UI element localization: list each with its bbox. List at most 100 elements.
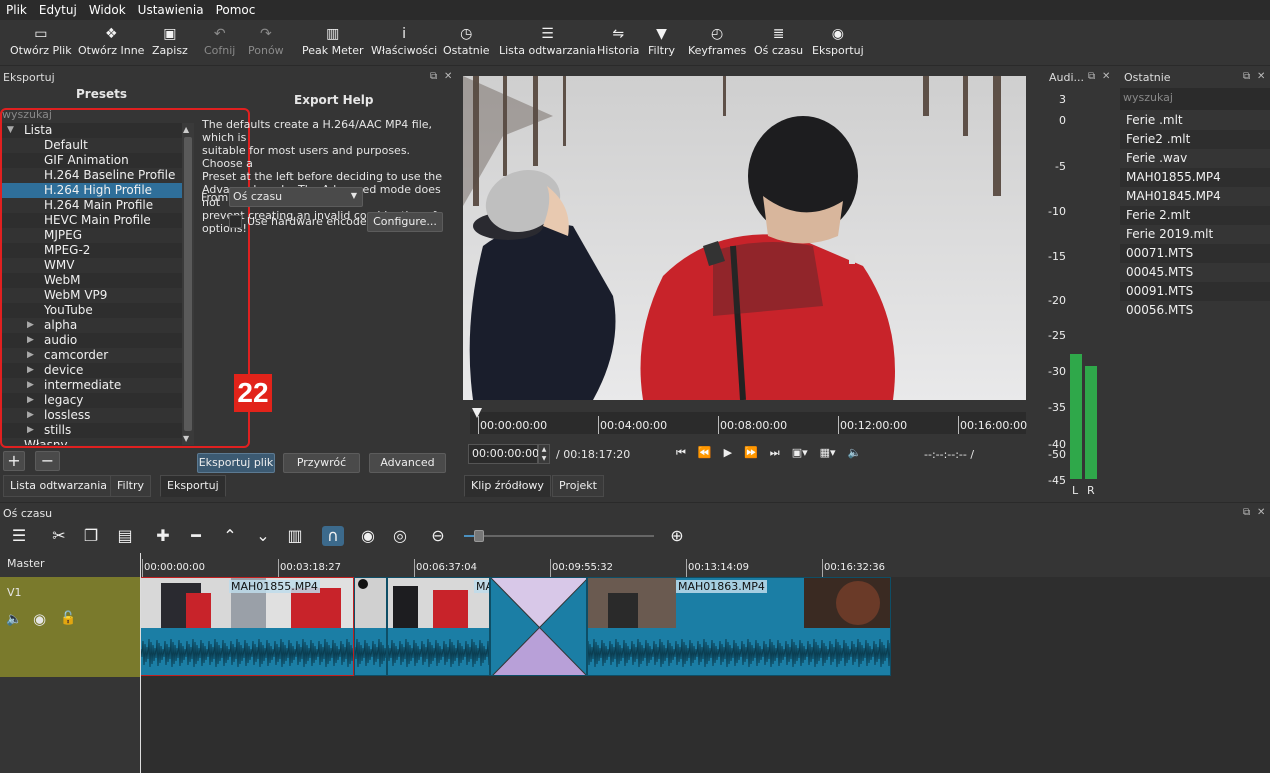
timecode-spinner[interactable]: ▲ ▼	[538, 444, 550, 464]
add-preset-button[interactable]: +	[3, 451, 25, 471]
recent-item[interactable]: 00091.MTS	[1120, 282, 1270, 301]
ruler-label: 00:08:00:00	[720, 419, 788, 432]
grid-icon[interactable]: ▦▾	[820, 446, 836, 460]
timeline-clip[interactable]	[354, 577, 387, 676]
mute-icon[interactable]: 🔈	[6, 612, 22, 627]
recent-item[interactable]: 00045.MTS	[1120, 263, 1270, 282]
toolbar-button-history[interactable]: ⇋ Historia	[597, 24, 639, 64]
video-preview[interactable]	[463, 76, 1026, 400]
tab-project[interactable]: Projekt	[552, 475, 604, 497]
export-file-button[interactable]: Eksportuj plik	[197, 453, 275, 473]
timeline-clip[interactable]: MAH01863.MP4	[587, 577, 891, 676]
timecode-input[interactable]: 00:00:00:00	[468, 444, 539, 464]
toolbar-button-redo[interactable]: ↷ Ponów	[248, 24, 284, 64]
recent-item[interactable]: Ferie 2019.mlt	[1120, 225, 1270, 244]
from-select[interactable]: Oś czasu ▼	[229, 187, 363, 207]
recent-item[interactable]: MAH01845.MP4	[1120, 187, 1270, 206]
recent-item[interactable]: Ferie .wav	[1120, 149, 1270, 168]
fast-forward-icon[interactable]: ⏩	[744, 446, 758, 460]
toolbar-button-folder[interactable]: ▭ Otwórz Plik	[10, 24, 72, 64]
skip-previous-icon[interactable]: ⏮	[676, 446, 686, 460]
close-icon[interactable]: ✕	[444, 71, 452, 82]
remove-preset-button[interactable]: −	[35, 451, 60, 471]
append-icon[interactable]: ✚	[152, 526, 174, 546]
cut-icon[interactable]: ✂	[48, 526, 70, 546]
end-timecode: --:--:--:-- /	[924, 448, 975, 461]
close-icon[interactable]: ✕	[1102, 71, 1110, 82]
snap-magnet-icon[interactable]: ∩	[322, 526, 344, 546]
zoom-slider[interactable]	[464, 530, 654, 542]
tab-playlist[interactable]: Lista odtwarzania	[3, 475, 115, 497]
toolbar-button-info[interactable]: i Właściwości	[371, 24, 437, 64]
float-icon[interactable]: ⧉	[1243, 71, 1250, 82]
recent-item[interactable]: Ferie .mlt	[1120, 111, 1270, 130]
split-icon[interactable]: ▥	[284, 526, 306, 546]
meter-scale-label: -20	[1048, 294, 1066, 307]
skip-next-icon[interactable]: ⏭	[770, 446, 780, 460]
recent-item[interactable]: MAH01855.MP4	[1120, 168, 1270, 187]
timeline-ruler[interactable]: 00:00:00:00 00:03:18:27 00:06:37:04 00:09:5…	[140, 553, 1270, 577]
zoom-slider-handle[interactable]	[474, 530, 484, 542]
float-icon[interactable]: ⧉	[1243, 507, 1250, 518]
overwrite-icon[interactable]: ⌄	[252, 526, 274, 546]
zoom-out-icon[interactable]: ⊖	[427, 526, 449, 546]
toolbar-button-undo[interactable]: ↶ Cofnij	[204, 24, 235, 64]
toolbar-button-filter[interactable]: ▼ Filtry	[648, 24, 675, 64]
hw-encoder-checkbox[interactable]	[229, 215, 242, 228]
track-header-v1[interactable]: V1 🔈 ◉ 🔓	[0, 577, 140, 677]
zoom-icon[interactable]: ▣▾	[792, 446, 808, 460]
recent-item[interactable]: 00056.MTS	[1120, 301, 1270, 320]
toolbar-button-export[interactable]: ◉ Eksportuj	[812, 24, 864, 64]
toolbar-button-open-other[interactable]: ❖ Otwórz Inne	[78, 24, 144, 64]
recent-item[interactable]: Ferie2 .mlt	[1120, 130, 1270, 149]
play-icon[interactable]: ▶	[724, 446, 732, 460]
close-icon[interactable]: ✕	[1257, 71, 1265, 82]
ripple-icon[interactable]: ◎	[389, 526, 411, 546]
timeline-clip[interactable]: MA	[387, 577, 490, 676]
menu-view[interactable]: Widok	[89, 3, 126, 17]
volume-icon[interactable]: 🔈	[848, 446, 862, 460]
lift-icon[interactable]: ⌃	[219, 526, 241, 546]
unlock-icon[interactable]: 🔓	[60, 611, 76, 626]
timeline-playhead[interactable]	[140, 553, 141, 773]
player-ruler[interactable]: 00:00:00:00 00:04:00:00 00:08:00:00 00:12:0…	[470, 408, 1027, 434]
toolbar-button-clock[interactable]: ◷ Ostatnie	[443, 24, 490, 64]
close-icon[interactable]: ✕	[1257, 507, 1265, 518]
reset-button[interactable]: Przywróć	[283, 453, 360, 473]
tab-source-clip[interactable]: Klip źródłowy	[464, 475, 551, 497]
timeline-tick	[278, 559, 279, 577]
menu-settings[interactable]: Ustawienia	[138, 3, 204, 17]
menu-edit[interactable]: Edytuj	[39, 3, 77, 17]
paste-icon[interactable]: ▤	[114, 526, 136, 546]
advanced-button[interactable]: Advanced	[369, 453, 446, 473]
tab-export[interactable]: Eksportuj	[160, 475, 226, 497]
toolbar-button-save[interactable]: ▣ Zapisz	[152, 24, 188, 64]
recent-search-input[interactable]: wyszukaj	[1120, 88, 1270, 110]
timeline-clip[interactable]: MAH01855.MP4	[140, 577, 354, 676]
toolbar-label: Keyframes	[688, 44, 747, 57]
toolbar-button-timeline[interactable]: ≣ Oś czasu	[754, 24, 803, 64]
playhead-marker[interactable]	[472, 408, 482, 418]
eye-icon[interactable]: ◉	[33, 610, 46, 628]
float-icon[interactable]: ⧉	[430, 71, 437, 82]
menu-icon[interactable]: ☰	[8, 526, 30, 546]
toolbar-label: Filtry	[648, 44, 675, 57]
menu-file[interactable]: Plik	[6, 3, 27, 17]
zoom-in-icon[interactable]: ⊕	[666, 526, 688, 546]
copy-icon[interactable]: ❐	[80, 526, 102, 546]
tab-filters[interactable]: Filtry	[110, 475, 151, 497]
remove-icon[interactable]: ━	[185, 526, 207, 546]
toolbar-button-peak-meter[interactable]: ▥ Peak Meter	[302, 24, 363, 64]
menu-help[interactable]: Pomoc	[216, 3, 256, 17]
rewind-icon[interactable]: ⏪	[698, 446, 712, 460]
timeline-tick-label: 00:00:00:00	[144, 562, 206, 573]
float-icon[interactable]: ⧉	[1088, 71, 1095, 82]
recent-item[interactable]: Ferie 2.mlt	[1120, 206, 1270, 225]
toolbar-button-stopwatch[interactable]: ◴ Keyframes	[688, 24, 746, 64]
transition-clip[interactable]	[490, 577, 587, 676]
timeline-track-area[interactable]: MAH01855.MP4 MA MAH01863.MP4	[140, 577, 1270, 773]
configure-button[interactable]: Configure...	[367, 212, 443, 232]
recent-item[interactable]: 00071.MTS	[1120, 244, 1270, 263]
toolbar-button-list[interactable]: ☰ Lista odtwarzania	[499, 24, 596, 64]
scrub-eye-icon[interactable]: ◉	[357, 526, 379, 546]
